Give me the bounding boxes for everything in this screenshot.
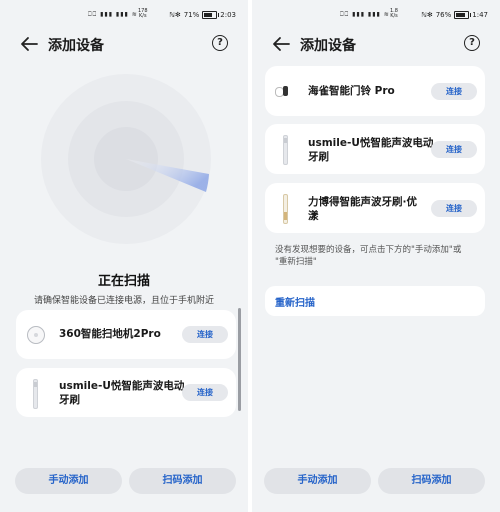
scrollbar[interactable] xyxy=(238,308,241,411)
status-right: ℕ✻ 71% 2:03 xyxy=(169,11,236,19)
toothbrush-icon xyxy=(33,379,38,409)
page-title: 添加设备 xyxy=(300,38,356,54)
robot-vacuum-icon xyxy=(27,326,45,344)
connect-button[interactable]: 连接 xyxy=(431,83,477,100)
battery-icon xyxy=(202,11,220,19)
battery-percent: 76% xyxy=(435,11,452,19)
network-speed: 178 K/s xyxy=(138,8,148,19)
clock: 1:47 xyxy=(472,11,488,19)
header: 添加设备 ? xyxy=(0,30,248,58)
toothbrush-gold-icon xyxy=(283,194,288,224)
device-card[interactable]: usmile-U悦智能声波电动 牙刷 连接 xyxy=(16,368,236,417)
rescan-label: 重新扫描 xyxy=(275,298,315,309)
signal-icons: ⎕⎕ ▮▮▮ ▮▮▮ ≋ xyxy=(88,11,138,18)
device-name: usmile-U悦智能声波电动 牙刷 xyxy=(308,137,434,163)
device-card[interactable]: usmile-U悦智能声波电动 牙刷 连接 xyxy=(265,124,485,174)
nfc-bluetooth-icon: ℕ✻ xyxy=(169,11,181,19)
hint-text: 没有发现想要的设备，可点击下方的"手动添加"或 "重新扫描" xyxy=(275,245,462,267)
scanning-subtitle: 请确保智能设备已连接电源，且位于手机附近 xyxy=(33,296,214,306)
network-speed: 1.8 K/s xyxy=(390,8,398,19)
scanning-title: 正在扫描 xyxy=(97,274,150,289)
page-title: 添加设备 xyxy=(48,38,104,54)
back-arrow-icon[interactable] xyxy=(20,36,38,52)
header: 添加设备 ? xyxy=(252,30,500,58)
manual-add-button[interactable]: 手动添加 xyxy=(15,468,122,494)
right-screen: ⎕⎕ ▮▮▮ ▮▮▮ ≋ 1.8 K/s ℕ✻ 76% 1:47 添加设备 ? … xyxy=(252,0,500,512)
manual-add-button[interactable]: 手动添加 xyxy=(264,468,371,494)
scan-code-add-button[interactable]: 扫码添加 xyxy=(129,468,236,494)
device-card[interactable]: 力博得智能声波牙刷·优 漾 连接 xyxy=(265,183,485,233)
clock: 2:03 xyxy=(220,11,236,19)
connect-button[interactable]: 连接 xyxy=(431,200,477,217)
device-name: 力博得智能声波牙刷·优 漾 xyxy=(308,196,417,222)
status-bar: ⎕⎕ ▮▮▮ ▮▮▮ ≋ 1.8 K/s ℕ✻ 76% 1:47 xyxy=(252,8,500,24)
left-screen: ⎕⎕ ▮▮▮ ▮▮▮ ≋ 178 K/s ℕ✻ 71% 2:03 添加设备 ? xyxy=(0,0,248,512)
help-icon[interactable]: ? xyxy=(464,35,480,51)
battery-percent: 71% xyxy=(183,11,200,19)
device-card[interactable]: 360智能扫地机2Pro 连接 xyxy=(16,310,236,359)
back-arrow-icon[interactable] xyxy=(272,36,290,52)
help-icon[interactable]: ? xyxy=(212,35,228,51)
scan-code-add-button[interactable]: 扫码添加 xyxy=(378,468,485,494)
nfc-bluetooth-icon: ℕ✻ xyxy=(421,11,433,19)
scanning-radar xyxy=(41,74,211,244)
connect-button[interactable]: 连接 xyxy=(431,141,477,158)
doorbell-icon xyxy=(275,86,289,97)
device-name: 海雀智能门铃 Pro xyxy=(308,85,395,97)
device-name: 360智能扫地机2Pro xyxy=(59,328,161,340)
signal-icons: ⎕⎕ ▮▮▮ ▮▮▮ ≋ xyxy=(340,11,390,18)
toothbrush-icon xyxy=(283,135,288,165)
status-right: ℕ✻ 76% 1:47 xyxy=(421,11,488,19)
connect-button[interactable]: 连接 xyxy=(182,326,228,343)
connect-button[interactable]: 连接 xyxy=(182,384,228,401)
device-name: usmile-U悦智能声波电动 牙刷 xyxy=(59,380,185,406)
battery-icon xyxy=(454,11,472,19)
device-card[interactable]: 海雀智能门铃 Pro 连接 xyxy=(265,66,485,116)
status-bar: ⎕⎕ ▮▮▮ ▮▮▮ ≋ 178 K/s ℕ✻ 71% 2:03 xyxy=(0,8,248,24)
rescan-button[interactable]: 重新扫描 xyxy=(265,286,485,316)
